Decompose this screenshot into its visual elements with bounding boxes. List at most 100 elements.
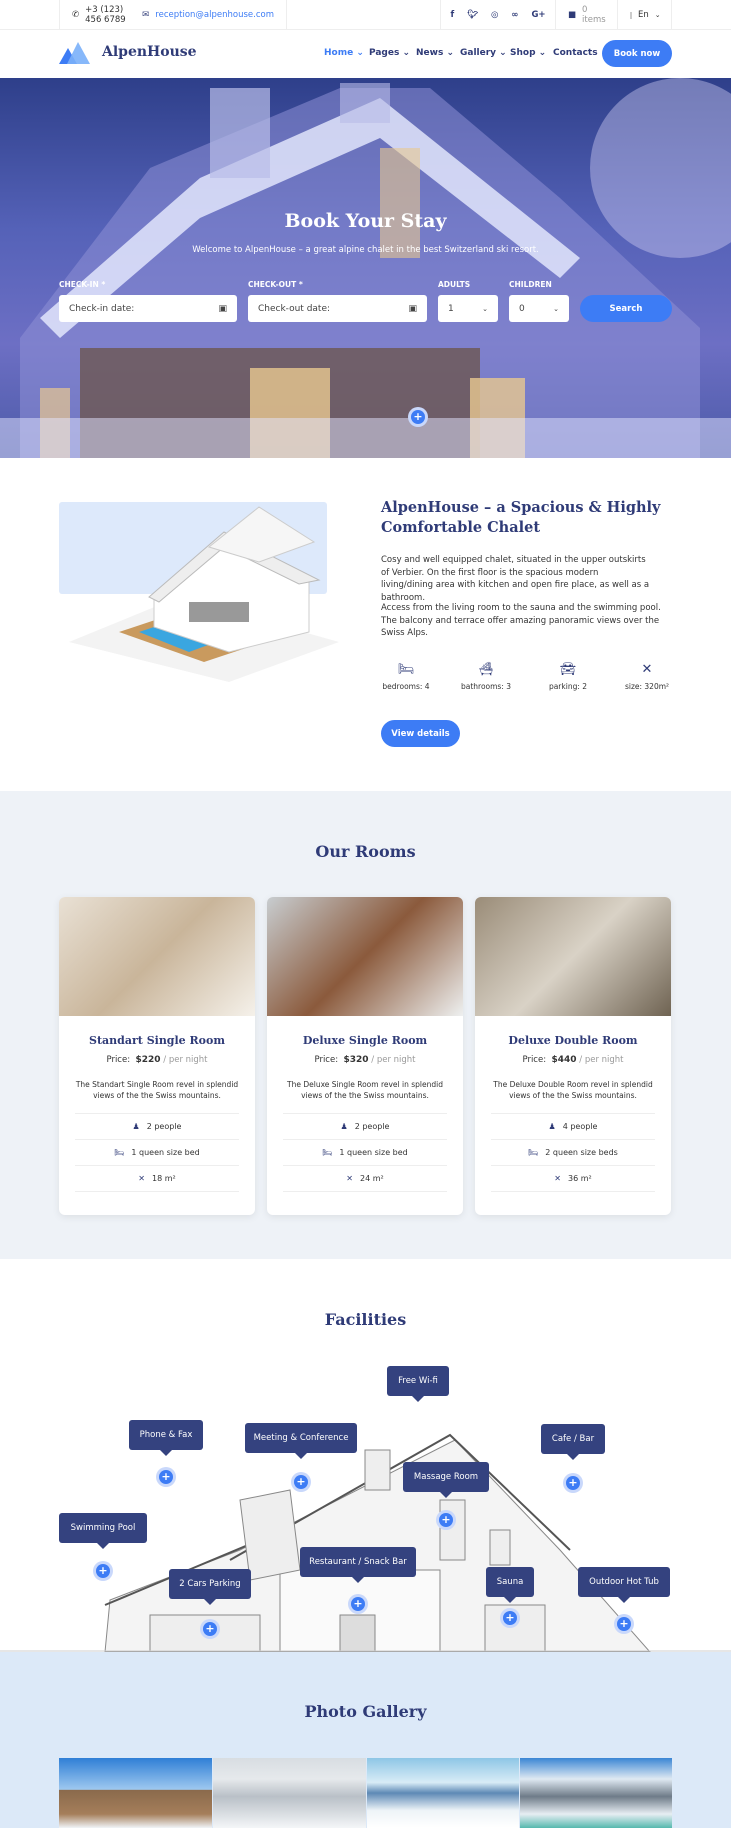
- spec-people: ♟ 2 people: [283, 1114, 447, 1140]
- room-specs: ♟ 2 people 🛏︎ 1 queen size bed ✕ 24 m²: [283, 1113, 447, 1192]
- room-name[interactable]: Standart Single Room: [59, 1034, 255, 1047]
- person-icon: ♟: [548, 1122, 556, 1131]
- book-now-button[interactable]: Book now: [602, 40, 672, 67]
- plus-icon[interactable]: +: [159, 1470, 173, 1484]
- spec-beds: 🛏︎ 1 queen size bed: [75, 1140, 239, 1166]
- feature-size: ✕ size: 320m²: [607, 662, 687, 691]
- chalet-model-image: [69, 506, 339, 682]
- feature-bathrooms: 🛁︎ bathrooms: 3: [446, 662, 526, 691]
- bag-icon: ■: [568, 10, 577, 20]
- plus-icon[interactable]: +: [411, 410, 425, 424]
- chevron-down-icon: ⌄: [482, 304, 488, 313]
- expand-icon: ✕: [554, 1174, 561, 1183]
- hero-subtitle: Welcome to AlpenHouse – a great alpine c…: [192, 245, 539, 255]
- room-photo: [475, 897, 671, 1016]
- nav-news[interactable]: News ⌄: [416, 48, 454, 58]
- about-paragraph-2: Access from the living room to the sauna…: [381, 603, 661, 638]
- facility-label: Cafe / Bar: [541, 1424, 605, 1460]
- facility-label: Swimming Pool: [59, 1513, 147, 1549]
- gallery-photo[interactable]: [367, 1758, 519, 1828]
- room-card[interactable]: Deluxe Double Room Price: $440 / per nig…: [475, 897, 671, 1215]
- nav-gallery[interactable]: Gallery ⌄: [460, 48, 507, 58]
- plus-icon[interactable]: +: [617, 1617, 631, 1631]
- top-bar: ✆ +3 (123) 456 6789 ✉ reception@alpenhouse…: [0, 0, 731, 30]
- hero-chalet-image: [0, 78, 731, 458]
- feature-parking: 🚘︎ parking: 2: [528, 662, 608, 691]
- checkout-label: CHECK-OUT *: [248, 280, 303, 289]
- email-link[interactable]: reception@alpenhouse.com: [155, 10, 274, 20]
- plus-icon[interactable]: +: [203, 1622, 217, 1636]
- facility-label: Phone & Fax: [129, 1420, 203, 1456]
- google-plus-icon[interactable]: G+: [531, 10, 545, 20]
- view-details-button[interactable]: View details: [381, 720, 460, 747]
- plus-icon[interactable]: +: [96, 1564, 110, 1578]
- room-name[interactable]: Deluxe Single Room: [267, 1034, 463, 1047]
- rooms-title: Our Rooms: [315, 842, 416, 861]
- logo-icon: [59, 42, 90, 64]
- twitter-icon[interactable]: 🐦︎: [467, 10, 478, 20]
- adults-label: ADULTS: [438, 280, 471, 289]
- room-card[interactable]: Standart Single Room Price: $220 / per n…: [59, 897, 255, 1215]
- room-description: The Deluxe Single Room revel in splendid…: [287, 1080, 443, 1100]
- room-description: The Deluxe Double Room revel in splendid…: [493, 1080, 653, 1100]
- expand-icon: ✕: [641, 662, 653, 677]
- phone-number[interactable]: +3 (123) 456 6789: [85, 5, 126, 25]
- bed-icon: 🛏︎: [322, 1148, 333, 1157]
- hero-section: [0, 78, 731, 458]
- checkin-label: CHECK-IN *: [59, 280, 106, 289]
- adults-select[interactable]: 1 ⌄: [438, 295, 498, 322]
- expand-icon: ✕: [138, 1174, 145, 1183]
- social-links: f 🐦︎ ◎ ∞ G+: [440, 0, 555, 30]
- room-price: Price: $220 / per night: [106, 1055, 208, 1065]
- checkin-input[interactable]: Check-in date: ▣: [59, 295, 237, 322]
- contact-info: ✆ +3 (123) 456 6789 ✉ reception@alpenhouse…: [59, 0, 286, 30]
- email-icon: ✉: [142, 10, 150, 20]
- person-icon: ♟: [132, 1122, 140, 1131]
- plus-icon[interactable]: +: [439, 1513, 453, 1527]
- facility-label: Free Wi-fi: [387, 1366, 449, 1402]
- expand-icon: ✕: [346, 1174, 353, 1183]
- calendar-icon: ▣: [408, 303, 417, 314]
- nav-shop[interactable]: Shop ⌄: [510, 48, 546, 58]
- gallery-photo[interactable]: [59, 1758, 212, 1828]
- brand-name[interactable]: AlpenHouse: [102, 44, 197, 60]
- plus-icon[interactable]: +: [294, 1475, 308, 1489]
- room-card[interactable]: Deluxe Single Room Price: $320 / per nig…: [267, 897, 463, 1215]
- feature-bedrooms: 🛏︎ bedrooms: 4: [366, 662, 446, 691]
- calendar-icon: ▣: [218, 303, 227, 314]
- nav-pages[interactable]: Pages ⌄: [369, 48, 410, 58]
- facility-label: Meeting & Conference: [245, 1423, 357, 1459]
- facebook-icon[interactable]: f: [450, 10, 454, 20]
- gallery-photo[interactable]: [213, 1758, 366, 1828]
- hero-title: Book Your Stay: [284, 210, 447, 232]
- bed-icon: 🛏︎: [114, 1148, 125, 1157]
- room-specs: ♟ 2 people 🛏︎ 1 queen size bed ✕ 18 m²: [75, 1113, 239, 1192]
- bed-icon: 🛏︎: [528, 1148, 539, 1157]
- gallery-title: Photo Gallery: [304, 1702, 427, 1721]
- search-button[interactable]: Search: [580, 295, 672, 322]
- nav-contacts[interactable]: Contacts: [553, 48, 598, 58]
- about-title: AlpenHouse – a Spacious & Highly Comfort…: [381, 499, 661, 536]
- tripadvisor-icon[interactable]: ∞: [511, 10, 518, 20]
- spec-people: ♟ 4 people: [491, 1114, 655, 1140]
- language-selector[interactable]: En ⌄: [617, 0, 672, 30]
- children-select[interactable]: 0 ⌄: [509, 295, 569, 322]
- chevron-down-icon: ⌄: [553, 304, 559, 313]
- facility-label: 2 Cars Parking: [169, 1569, 251, 1605]
- car-icon: 🚘︎: [559, 662, 577, 677]
- room-price: Price: $440 / per night: [522, 1055, 624, 1065]
- room-name[interactable]: Deluxe Double Room: [475, 1034, 671, 1047]
- facility-label: Massage Room: [403, 1462, 489, 1498]
- children-label: CHILDREN: [509, 280, 552, 289]
- instagram-icon[interactable]: ◎: [491, 10, 498, 20]
- plus-icon[interactable]: +: [566, 1476, 580, 1490]
- plus-icon[interactable]: +: [351, 1597, 365, 1611]
- room-specs: ♟ 4 people 🛏︎ 2 queen size beds ✕ 36 m²: [491, 1113, 655, 1192]
- nav-home[interactable]: Home ⌄: [324, 48, 364, 58]
- plus-icon[interactable]: +: [503, 1611, 517, 1625]
- gallery-photo[interactable]: [520, 1758, 672, 1828]
- cart-link[interactable]: ■ 0 items: [555, 0, 617, 30]
- checkout-input[interactable]: Check-out date: ▣: [248, 295, 427, 322]
- spec-people: ♟ 2 people: [75, 1114, 239, 1140]
- facilities-title: Facilities: [324, 1310, 407, 1329]
